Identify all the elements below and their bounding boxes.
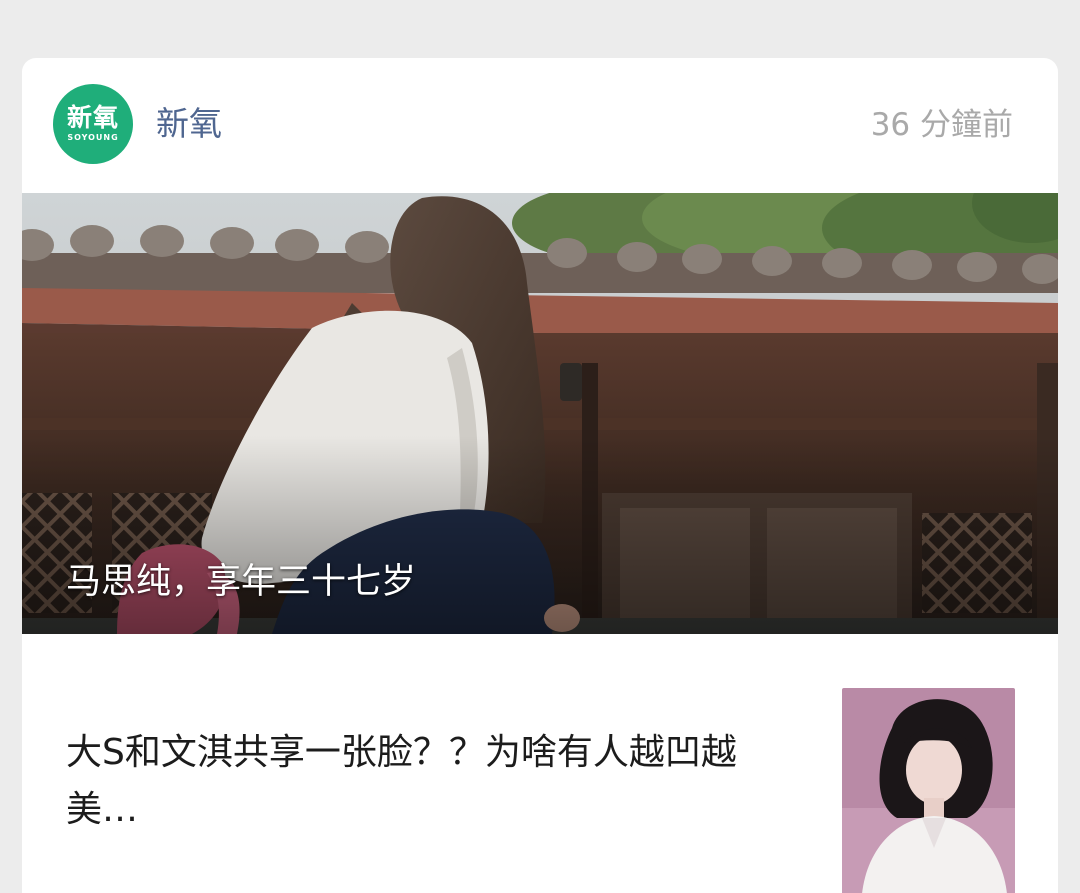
post-header: 新氧 SOYOUNG 新氧 36 分鐘前 [22, 58, 1058, 193]
thumbnail-photo [842, 688, 1015, 893]
avatar-logo-subtext: SOYOUNG [67, 133, 119, 142]
article-thumbnail[interactable] [842, 688, 1015, 893]
avatar-logo-text: 新氧 [66, 103, 119, 132]
account-name[interactable]: 新氧 [156, 102, 222, 146]
hero-image[interactable]: 马思纯，享年三十七岁 [22, 193, 1058, 634]
article-preview[interactable]: 大S和文淇共享一张脸？？为啥有人越凹越美… [22, 634, 1058, 893]
hero-caption: 马思纯，享年三十七岁 [66, 562, 417, 602]
article-title[interactable]: 大S和文淇共享一张脸？？为啥有人越凹越美… [66, 724, 766, 838]
post-timestamp: 36 分鐘前 [870, 107, 1013, 143]
post-card[interactable]: 新氧 SOYOUNG 新氧 36 分鐘前 马思纯，享年三十七岁 大S和文淇共享一… [22, 58, 1058, 893]
account-avatar[interactable]: 新氧 SOYOUNG [53, 84, 133, 164]
